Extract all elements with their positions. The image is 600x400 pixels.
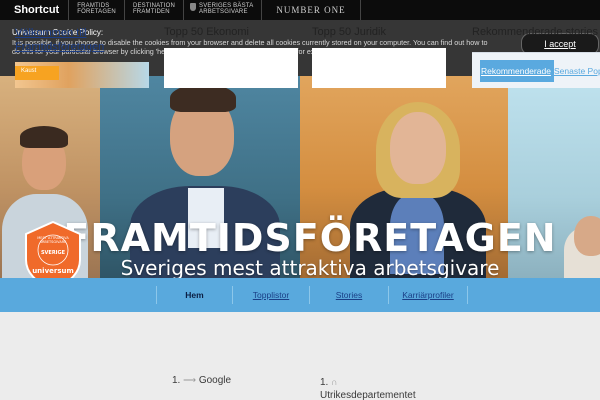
topbar-link-framtidsforetagen[interactable]: FRAMTIDS FÖRETAGEN (68, 0, 124, 20)
badge-country: SVERIGE (40, 250, 66, 256)
hero-banner: FRAMTIDSFÖRETAGEN Sveriges mest attrakti… (0, 76, 600, 278)
badge-arc-text: MEST ATTRAKTIVA ARBETSGIVARE (37, 236, 69, 244)
list-item-rank: 1. (320, 377, 329, 388)
topbar-link-number-one[interactable]: NUMBER ONE (261, 0, 361, 20)
hero-title: FRAMTIDSFÖRETAGEN (63, 216, 557, 260)
topbar-link-label: SVERIGES BÄSTA ARBETSGIVARE (199, 3, 254, 15)
nav-item-stories[interactable]: Stories (310, 286, 388, 304)
welcome-image-tag-label: Kaust (21, 68, 37, 74)
topp50-juridik-list (312, 48, 446, 88)
tab-senaste-populara[interactable]: Senaste Populära (554, 60, 600, 82)
topbar-link-sveriges-basta[interactable]: SVERIGES BÄSTA ARBETSGIVARE (183, 0, 261, 20)
list-item-name: Google (198, 375, 232, 386)
topp50-ekonomi-title: Topp 50 Ekonomi (164, 26, 249, 38)
nav-item-topplistor[interactable]: Topplistor (233, 286, 309, 304)
content-area (0, 312, 600, 400)
topbar-link-destination-framtiden[interactable]: DESTINATION FRAMTIDEN (123, 0, 183, 20)
shield-icon (190, 3, 197, 11)
hero-subtitle: Sveriges mest attraktiva arbetsgivare (120, 256, 500, 278)
top-brand-bar: Shortcut FRAMTIDS FÖRETAGEN DESTINATION … (0, 0, 600, 20)
list-item-rank: 1. (172, 375, 181, 386)
arrow-right-icon: ⟶ (183, 375, 197, 385)
nav-item-hem[interactable]: Hem (157, 286, 232, 304)
nav-item-karriarprofiler[interactable]: Karriärprofiler (389, 286, 467, 304)
topp50-ekonomi-list (164, 48, 298, 88)
shortcut-logo[interactable]: Shortcut (0, 0, 68, 20)
list-item-name: Utrikesdepartementet (320, 390, 416, 400)
recommended-stories-title: Rekommenderade stories (472, 26, 598, 38)
topp50-juridik-title: Topp 50 Juridik (312, 26, 386, 38)
list-item[interactable]: 1. ⟶ Google (172, 375, 231, 386)
nav-divider (467, 286, 468, 304)
main-navigation: Hem Topplistor Stories Karriärprofiler (0, 278, 600, 312)
tab-rekommenderade[interactable]: Rekommenderade (480, 60, 554, 82)
crown-icon: ∩ (331, 377, 338, 387)
badge-brand: universum (32, 267, 74, 275)
welcome-link[interactable]: Välkommen till Framtidsföretagen (15, 26, 150, 54)
list-item[interactable]: 1. ∩ Utrikesdepartementet (320, 376, 416, 400)
